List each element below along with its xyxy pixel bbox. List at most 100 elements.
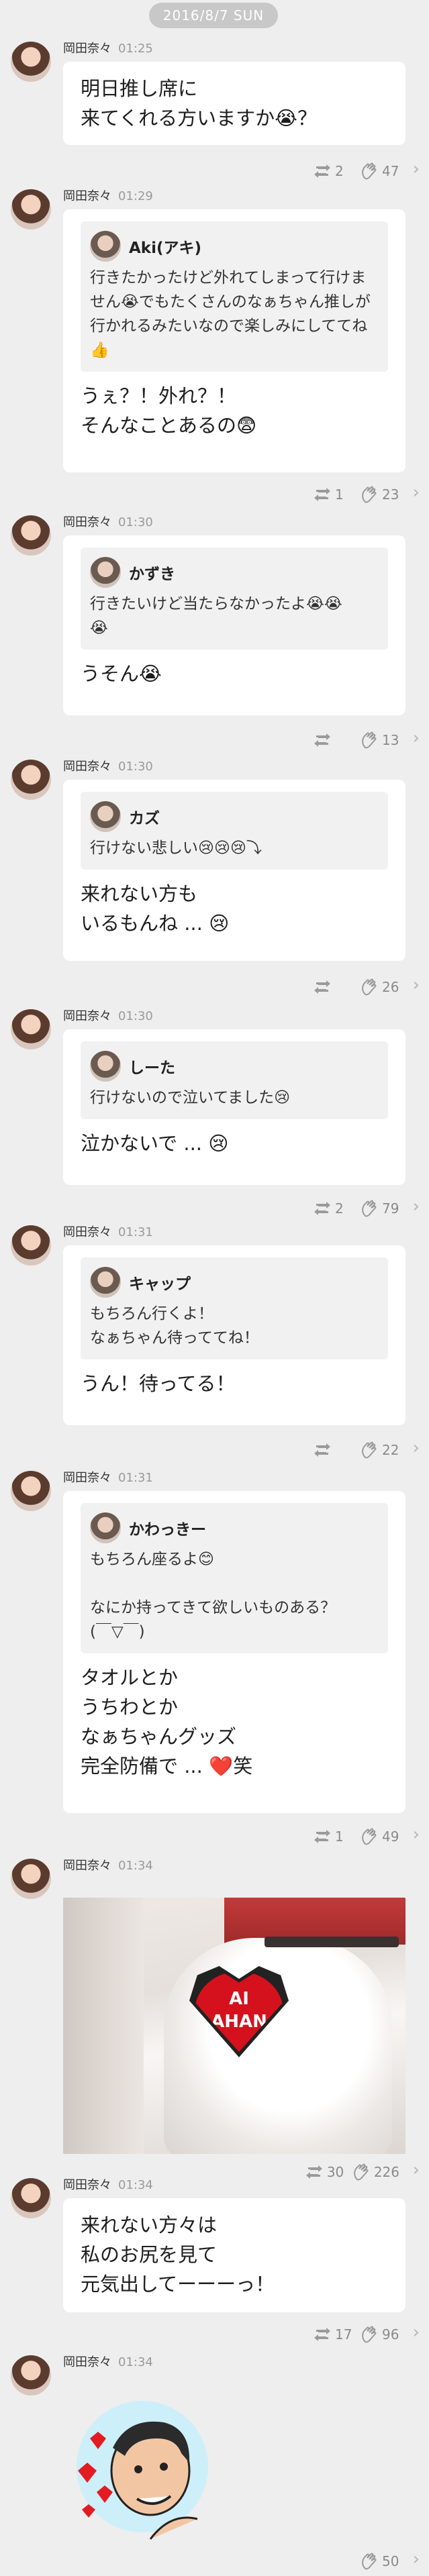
sender-name: 岡田奈々 xyxy=(63,1009,111,1023)
clap-count: 49 xyxy=(382,1828,399,1845)
retweet-button[interactable]: 17 xyxy=(312,2326,352,2343)
clap-icon xyxy=(362,2553,377,2570)
quoted-avatar xyxy=(90,1512,121,1543)
chevron-right-icon[interactable]: › xyxy=(413,159,420,179)
clap-button[interactable]: 50 xyxy=(359,2553,399,2570)
reply-text: うぇ？！外れ？！ そんなことあるの😨 xyxy=(81,384,257,437)
quoted-avatar xyxy=(90,1051,121,1082)
avatar[interactable] xyxy=(11,2355,51,2395)
quoted-message[interactable]: Aki(アキ) 行きたかったけど外れてしまって行けません😭でもたくさんのなぁちゃ… xyxy=(81,221,388,372)
avatar[interactable] xyxy=(11,189,51,229)
clap-count: 47 xyxy=(382,163,399,179)
clap-count: 50 xyxy=(382,2553,399,2569)
retweet-icon xyxy=(314,733,330,747)
avatar[interactable] xyxy=(11,1859,51,1899)
chevron-right-icon[interactable]: › xyxy=(413,482,420,503)
clap-button[interactable]: 47 xyxy=(359,162,399,180)
retweet-count: 2 xyxy=(335,163,344,179)
message-time: 01:25 xyxy=(118,42,153,56)
avatar[interactable] xyxy=(11,1471,51,1511)
message-bubble: カズ 行けない悲しい😢😢😢⤵ 来れない方も いるもんね ... 😢 xyxy=(63,780,406,961)
sender-name: 岡田奈々 xyxy=(63,2178,111,2192)
quoted-user: かずき xyxy=(129,566,175,583)
clap-button[interactable]: 23 xyxy=(359,486,399,503)
sender-name: 岡田奈々 xyxy=(63,189,111,203)
clap-button[interactable]: 226 xyxy=(351,2163,399,2181)
clap-count: 96 xyxy=(382,2326,399,2342)
message-actions: 22 xyxy=(312,1440,399,1460)
retweet-button[interactable] xyxy=(312,978,352,996)
chevron-right-icon[interactable]: › xyxy=(413,1438,420,1458)
avatar[interactable] xyxy=(11,1225,51,1266)
quoted-message[interactable]: カズ 行けない悲しい😢😢😢⤵ xyxy=(81,792,388,870)
retweet-button[interactable]: 2 xyxy=(312,1200,352,1217)
clap-button[interactable]: 13 xyxy=(359,731,399,749)
quoted-user: しーた xyxy=(129,1060,175,1077)
clap-button[interactable]: 79 xyxy=(359,1200,399,1217)
quoted-message[interactable]: しーた 行けないので泣いてました😢 xyxy=(81,1041,388,1119)
clap-icon xyxy=(362,978,377,996)
retweet-button[interactable] xyxy=(312,1441,352,1459)
retweet-count: 17 xyxy=(335,2326,352,2342)
chevron-right-icon[interactable]: › xyxy=(413,1824,420,1845)
chevron-right-icon[interactable]: › xyxy=(413,975,420,995)
clap-icon xyxy=(362,162,377,180)
avatar[interactable] xyxy=(11,1009,51,1049)
quoted-text: 行きたかったけど外れてしまって行けません😭でもたくさんのなぁちゃん推しが行かれる… xyxy=(90,269,371,359)
quoted-text: もちろん行くよ！ なぁちゃん待っててね！ xyxy=(90,1305,259,1347)
chevron-right-icon[interactable]: › xyxy=(413,1196,420,1217)
avatar[interactable] xyxy=(11,760,51,800)
avatar[interactable] xyxy=(11,2178,51,2218)
heart-sticker[interactable] xyxy=(63,2391,218,2540)
message-time: 01:30 xyxy=(118,760,153,774)
message-bubble: かずき 行きたいけど当たらなかったよ😭😭 😭 うそん😭 xyxy=(63,535,406,715)
clap-count: 23 xyxy=(382,486,399,503)
quoted-avatar xyxy=(90,801,121,832)
chevron-right-icon[interactable]: › xyxy=(413,728,420,748)
clap-count: 13 xyxy=(382,732,399,748)
quoted-message[interactable]: キャップ もちろん行くよ！ なぁちゃん待っててね！ xyxy=(81,1257,388,1359)
message-meta: 岡田奈々 01:30 xyxy=(63,515,153,530)
retweet-button[interactable]: 1 xyxy=(312,1828,352,1845)
avatar[interactable] xyxy=(11,42,51,82)
retweet-button[interactable] xyxy=(312,731,352,749)
reply-text: うそん😭 xyxy=(81,662,162,685)
chevron-right-icon[interactable]: › xyxy=(413,2549,420,2569)
clap-button[interactable]: 22 xyxy=(359,1441,399,1459)
retweet-count: 2 xyxy=(335,1200,344,1217)
quoted-user: キャップ xyxy=(129,1276,191,1293)
message-actions: 2 47 xyxy=(312,161,399,181)
chevron-right-icon[interactable]: › xyxy=(413,2160,420,2180)
quoted-message[interactable]: かわっきー もちろん座るよ😊 なにか持ってきて欲しいものある？ (￣▽￣) xyxy=(81,1503,388,1653)
retweet-button[interactable]: 30 xyxy=(304,2163,344,2181)
quoted-user: Aki(アキ) xyxy=(129,240,202,257)
message-meta: 岡田奈々 01:31 xyxy=(63,1225,153,1240)
clap-button[interactable]: 96 xyxy=(359,2326,399,2343)
message-time: 01:29 xyxy=(118,189,153,203)
message-meta: 岡田奈々 01:25 xyxy=(63,42,153,56)
message-actions: 13 xyxy=(312,730,399,750)
retweet-button[interactable]: 1 xyxy=(312,486,352,503)
message-time: 01:31 xyxy=(118,1225,153,1239)
chevron-right-icon[interactable]: › xyxy=(413,2322,420,2342)
message-time: 01:34 xyxy=(118,1859,153,1873)
retweet-button[interactable]: 2 xyxy=(312,162,352,180)
sender-name: 岡田奈々 xyxy=(63,42,111,56)
retweet-icon xyxy=(314,1202,330,1215)
retweet-icon xyxy=(314,980,330,994)
message-bubble: Aki(アキ) 行きたかったけど外れてしまって行けません😭でもたくさんのなぁちゃ… xyxy=(63,209,406,472)
quoted-avatar xyxy=(90,1267,121,1298)
quoted-message[interactable]: かずき 行きたいけど当たらなかったよ😭😭 😭 xyxy=(81,548,388,650)
clap-icon xyxy=(362,486,377,503)
clap-icon xyxy=(362,1441,377,1459)
message-actions: 17 96 xyxy=(312,2324,399,2345)
clap-icon xyxy=(362,1200,377,1217)
message-actions: 50 xyxy=(359,2551,399,2571)
clap-button[interactable]: 26 xyxy=(359,978,399,996)
message-time: 01:34 xyxy=(118,2178,153,2192)
clap-button[interactable]: 49 xyxy=(359,1828,399,1845)
message-actions: 30 226 xyxy=(304,2162,399,2182)
avatar[interactable] xyxy=(11,515,51,556)
message-time: 01:34 xyxy=(118,2355,153,2369)
photo[interactable]: AI AHAN xyxy=(63,1898,406,2154)
